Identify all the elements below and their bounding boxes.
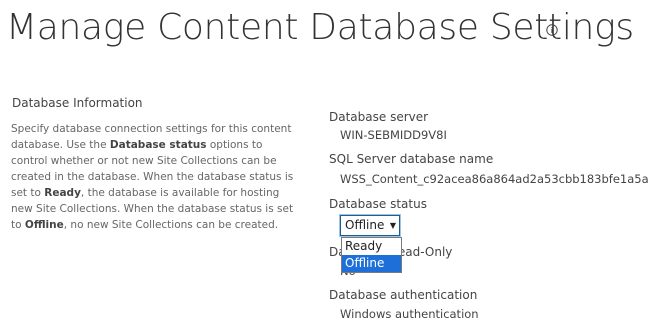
section-description: Specify database connection settings for… [11, 121, 301, 233]
status-option-offline[interactable]: Offline [342, 255, 401, 272]
dropdown-arrow-icon: ▼ [389, 221, 396, 230]
database-status-label: Database status [329, 197, 427, 211]
desc-bold-ready: Ready [44, 187, 81, 199]
database-server-label: Database server [329, 110, 429, 124]
sql-database-name-label: SQL Server database name [329, 152, 494, 166]
database-status-dropdown-list: Ready Offline [341, 237, 402, 273]
status-option-ready[interactable]: Ready [342, 238, 401, 255]
desc-bold-offline: Offline [24, 219, 64, 231]
database-status-select[interactable]: Offline ▼ [339, 214, 401, 237]
database-authentication-label: Database authentication [329, 288, 478, 302]
database-status-selected-value: Offline [345, 218, 385, 232]
page-title: Manage Content Database Settings [6, 7, 634, 48]
desc-text-4: , no new Site Collections can be created… [63, 219, 279, 231]
sql-database-name-value: WSS_Content_c92acea86a864ad2a53cbb183bfe… [340, 172, 649, 186]
database-authentication-value: Windows authentication [340, 307, 479, 321]
info-icon[interactable] [546, 24, 558, 36]
desc-bold-status: Database status [109, 139, 207, 151]
database-server-value: WIN-SEBMIDD9V8I [340, 128, 447, 142]
section-heading: Database Information [12, 96, 143, 110]
